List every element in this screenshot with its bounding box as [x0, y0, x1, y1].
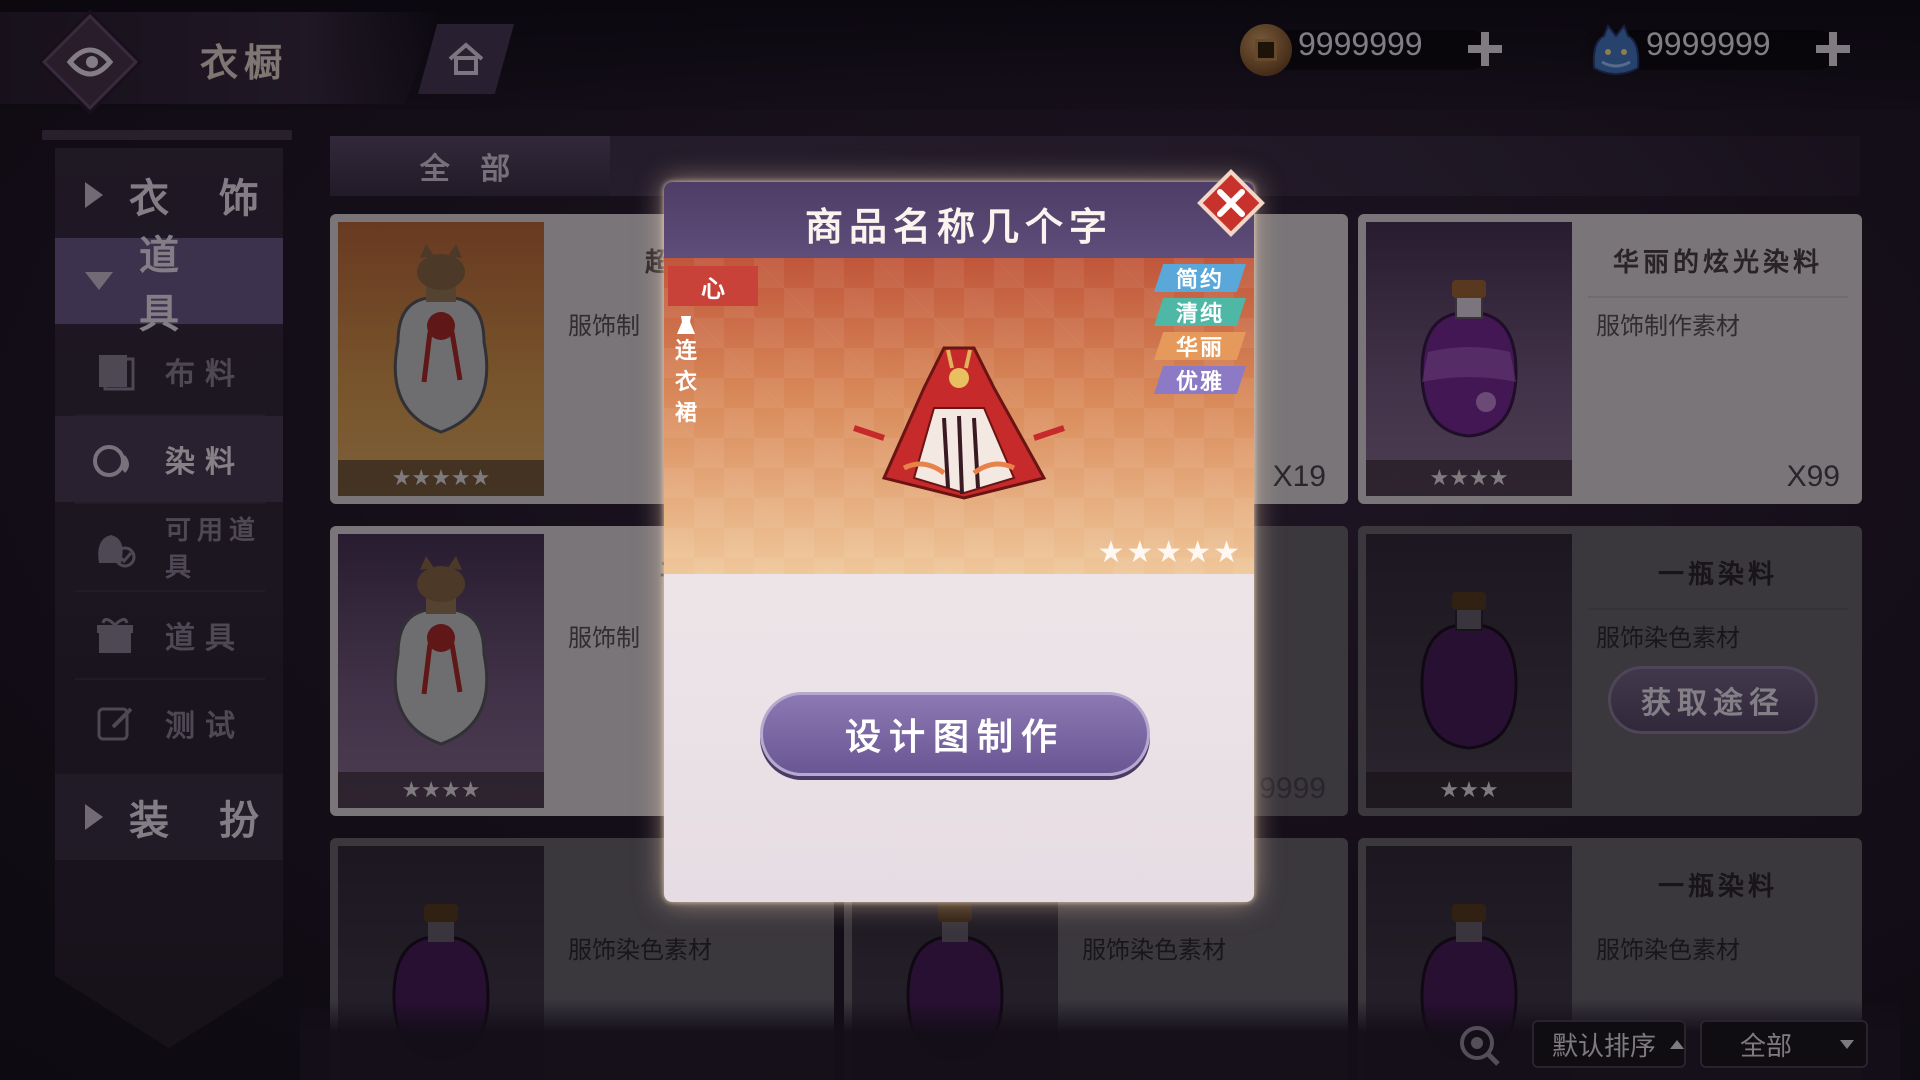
modal-title: 商品名称几个字 [804, 204, 1113, 249]
close-icon[interactable] [1196, 168, 1266, 238]
modal-header: 商品名称几个字 [664, 182, 1254, 258]
tag-gorgeous: 华丽 [1154, 332, 1246, 360]
item-showcase: 心 连 衣 裙 简约 清纯 华丽 优雅 ★★★★★ [664, 258, 1254, 574]
clothing-type: 连 衣 裙 [672, 314, 700, 429]
make-design-button[interactable]: 设计图制作 [760, 692, 1150, 776]
rarity-stars: ★★★★★ [1097, 535, 1242, 570]
type-char: 裙 [674, 400, 697, 426]
tag-elegant: 优雅 [1154, 366, 1246, 394]
item-detail-modal: 商品名称几个字 心 连 衣 裙 简约 清纯 华丽 优雅 ★★★★★ 设计图制作 [664, 182, 1254, 902]
style-tags: 简约 清纯 华丽 优雅 [1154, 264, 1246, 394]
tag-simple: 简约 [1154, 264, 1246, 292]
type-char: 衣 [674, 369, 697, 395]
heart-badge: 心 [668, 266, 758, 306]
type-char: 连 [674, 338, 697, 364]
tag-pure: 清纯 [1154, 298, 1246, 326]
dress-icon [677, 316, 695, 334]
dress-image [853, 346, 1065, 500]
